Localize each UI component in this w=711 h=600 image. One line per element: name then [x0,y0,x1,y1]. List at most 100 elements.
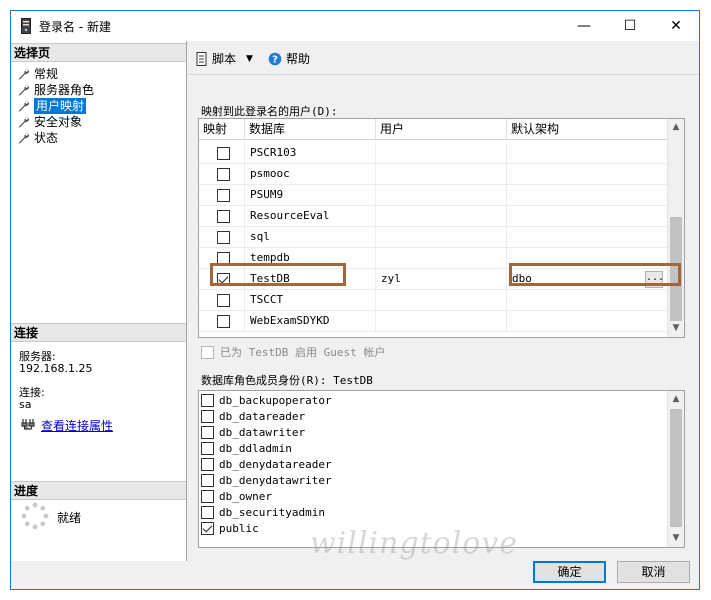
scroll-up-icon[interactable]: ▲ [668,391,684,408]
role-checkbox[interactable] [201,409,214,423]
list-item[interactable]: db_owner [201,488,272,504]
help-button[interactable]: ? 帮助 [268,50,310,67]
svg-text:?: ? [272,54,278,65]
user-cell[interactable] [376,164,507,184]
connection-header: 连接 [11,323,186,342]
nav-item-4[interactable]: 状态 [17,130,58,146]
mapped-cell[interactable] [199,227,245,247]
mapped-checkbox[interactable] [217,231,230,244]
mapped-checkbox[interactable] [217,168,230,181]
database-roles-list: db_backupoperator db_datareader db_datawri… [198,390,685,548]
scroll-down-icon[interactable]: ▼ [668,320,684,337]
mapped-checkbox[interactable] [217,294,230,307]
nav-item-0[interactable]: 常规 [17,66,58,82]
table-row[interactable]: ResourceEval [199,206,669,227]
list-item[interactable]: db_denydatareader [201,456,332,472]
list-item[interactable]: db_datawriter [201,424,305,440]
role-checkbox[interactable] [201,473,214,487]
progress-status: 就绪 [57,511,82,525]
table-row[interactable]: TSCCT [199,290,669,311]
toolbar: 脚本 ▼ ? 帮助 [188,41,699,75]
roles-vertical-scrollbar[interactable]: ▲ ▼ [667,391,684,547]
schema-cell[interactable] [507,164,669,184]
schema-cell[interactable] [507,290,669,310]
list-item[interactable]: db_ddladmin [201,440,292,456]
user-cell[interactable] [376,290,507,310]
list-item[interactable]: db_backupoperator [201,392,332,408]
table-row[interactable]: psmooc [199,164,669,185]
nav-item-3[interactable]: 安全对象 [17,114,82,130]
close-button[interactable]: ✕ [653,11,699,41]
view-connection-properties-link[interactable]: 查看连接属性 [41,417,113,434]
wrench-icon [18,116,30,128]
scroll-thumb[interactable] [670,409,682,527]
mapped-cell[interactable] [199,290,245,310]
wrench-icon [18,68,30,80]
mapped-checkbox[interactable] [217,210,230,223]
nav-item-label: 安全对象 [34,115,83,129]
mapped-cell[interactable] [199,185,245,205]
table-row[interactable]: sql [199,227,669,248]
scroll-up-icon[interactable]: ▲ [668,119,684,136]
table-row[interactable]: PSUM9 [199,185,669,206]
cancel-button[interactable]: 取消 [617,561,690,583]
list-item[interactable]: public [201,520,259,536]
role-checkbox[interactable] [201,489,214,503]
role-checkbox[interactable] [201,441,214,455]
schema-cell[interactable] [507,185,669,205]
window-title: 登录名 - 新建 [39,20,111,34]
scroll-down-icon[interactable]: ▼ [668,530,684,547]
ok-button[interactable]: 确定 [533,561,606,583]
nav-item-label: 常规 [34,67,59,81]
progress-header: 进度 [11,481,186,500]
user-cell[interactable] [376,206,507,226]
mapped-checkbox[interactable] [217,315,230,328]
maximize-button[interactable]: ☐ [607,11,653,41]
watermark-text: willingtolove [310,526,519,561]
minimize-button[interactable]: — [561,11,607,41]
mapped-cell[interactable] [199,311,245,331]
role-checkbox[interactable] [201,393,214,407]
column-header-mapped[interactable]: 映射 [199,119,245,139]
guest-account-option[interactable]: 已为 TestDB 启用 Guest 帐户 [201,344,385,360]
chevron-down-icon[interactable]: ▼ [246,54,253,64]
user-cell[interactable] [376,311,507,331]
mapped-cell[interactable] [199,143,245,163]
schema-cell[interactable] [507,206,669,226]
role-checkbox[interactable] [201,521,214,535]
list-item[interactable]: db_datareader [201,408,305,424]
user-cell[interactable]: zyl [376,269,507,289]
column-header-user[interactable]: 用户 [376,119,507,139]
schema-cell[interactable] [507,311,669,331]
schema-cell[interactable] [507,227,669,247]
connection-value: sa [19,398,32,411]
user-cell[interactable] [376,248,507,268]
list-item[interactable]: db_denydatawriter [201,472,332,488]
list-item[interactable]: db_securityadmin [201,504,325,520]
column-header-database[interactable]: 数据库 [245,119,376,139]
mapped-cell[interactable] [199,164,245,184]
user-cell[interactable] [376,185,507,205]
role-checkbox[interactable] [201,457,214,471]
schema-cell[interactable] [507,143,669,163]
server-value: 192.168.1.25 [19,362,93,375]
guest-checkbox[interactable] [201,345,214,359]
role-checkbox[interactable] [201,425,214,439]
role-checkbox[interactable] [201,505,214,519]
dialog-footer: 确定 取消 [188,561,699,589]
nav-item-1[interactable]: 服务器角色 [17,82,94,98]
help-icon: ? [268,52,282,65]
script-button[interactable]: 脚本 ▼ [196,50,253,67]
mapped-checkbox[interactable] [217,189,230,202]
mapped-cell[interactable] [199,206,245,226]
mapped-checkbox[interactable] [217,147,230,160]
table-row[interactable]: WebExamSDYKD [199,311,669,332]
grid-vertical-scrollbar[interactable]: ▲ ▼ [667,119,684,337]
user-cell[interactable] [376,227,507,247]
database-cell: WebExamSDYKD [245,311,376,331]
nav-item-2[interactable]: 用户映射 [17,98,87,114]
table-row[interactable]: PSCR103 [199,143,669,164]
user-cell[interactable] [376,143,507,163]
nav-item-label: 状态 [34,131,59,145]
column-header-default-schema[interactable]: 默认架构 [507,119,669,139]
